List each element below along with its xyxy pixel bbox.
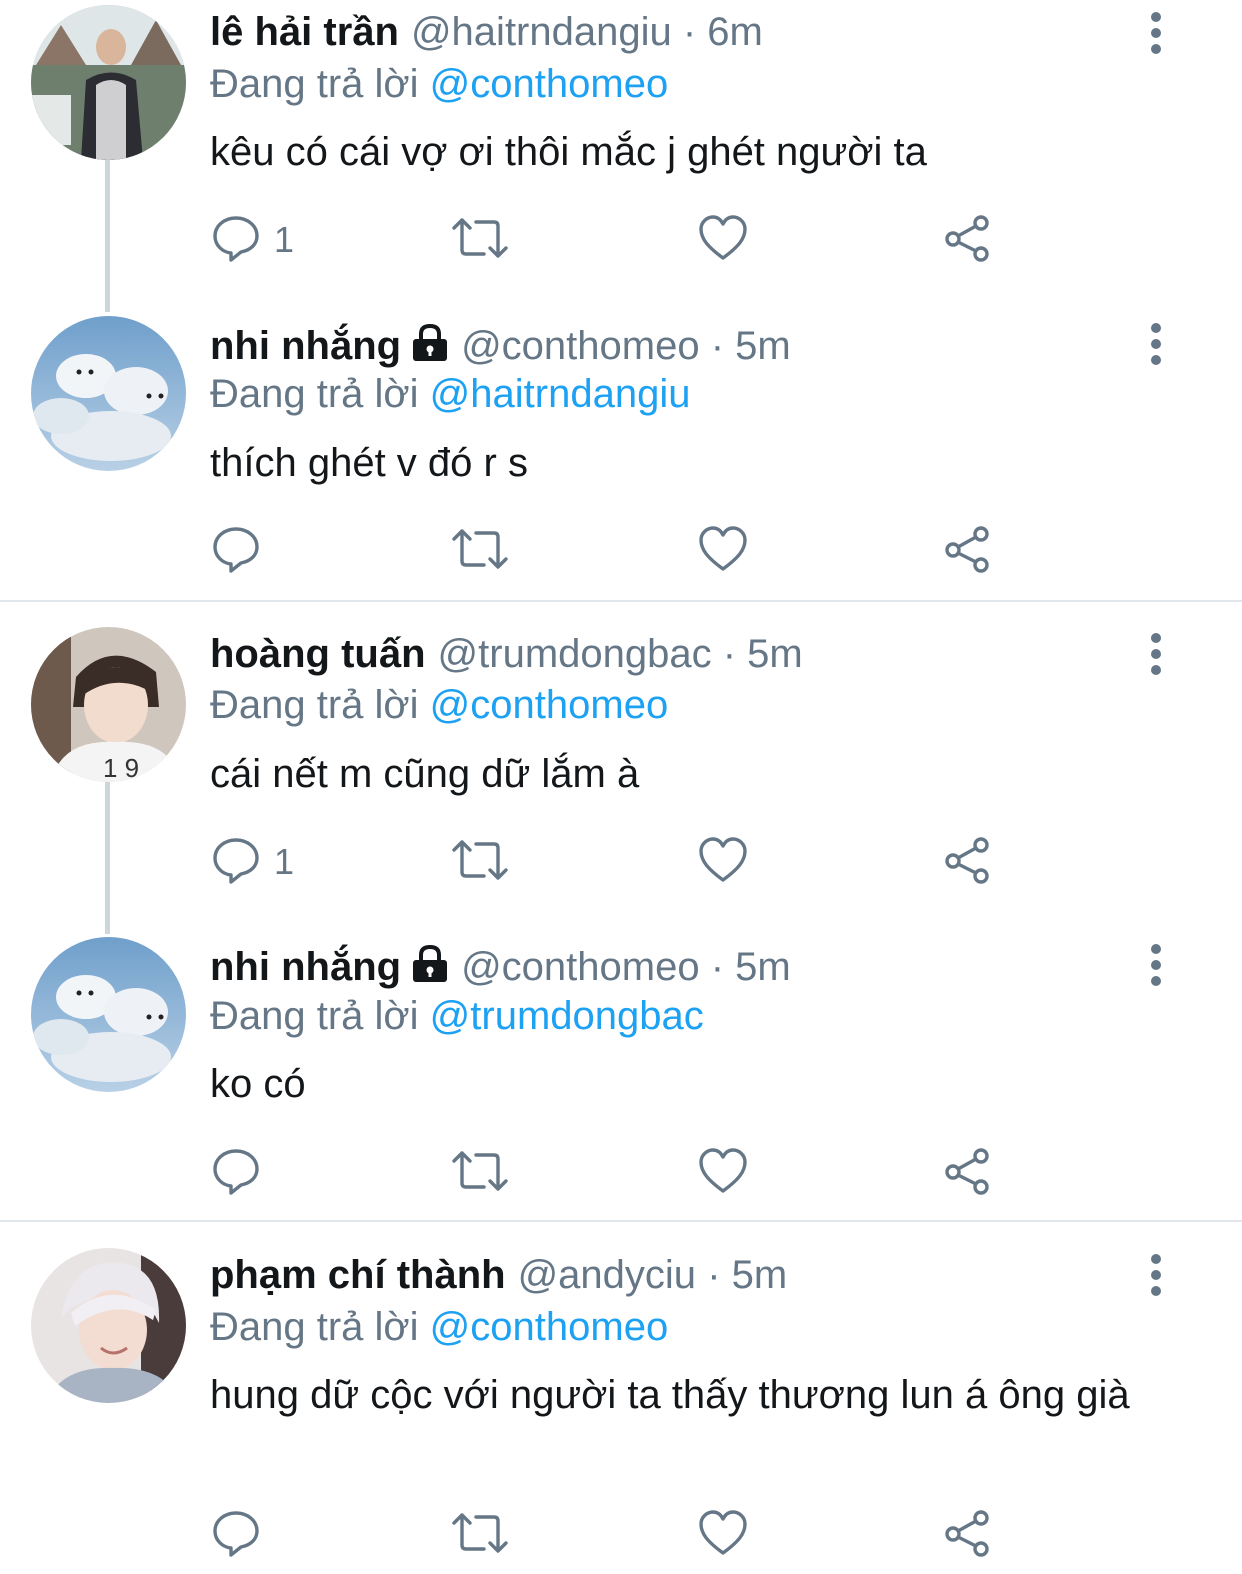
thread-line — [105, 160, 110, 312]
reply-count: 1 — [274, 841, 295, 882]
timestamp[interactable]: · 6m — [683, 10, 763, 54]
retweet-button[interactable] — [450, 526, 510, 576]
heart-icon — [698, 214, 748, 267]
reply-icon — [212, 1509, 260, 1562]
display-name[interactable]: hoàng tuấn — [210, 632, 426, 676]
share-icon — [943, 214, 991, 267]
display-name[interactable]: nhi nhắng — [210, 324, 401, 368]
tweet-text: hung dữ cộc với người ta thấy thương lun… — [210, 1373, 1130, 1417]
divider — [0, 1220, 1242, 1222]
handle[interactable]: @conthomeo — [461, 324, 700, 368]
share-icon — [943, 525, 991, 578]
reply-icon — [212, 214, 260, 267]
retweet-button[interactable] — [450, 837, 510, 887]
retweet-icon — [450, 836, 510, 889]
avatar[interactable] — [31, 1248, 186, 1403]
retweet-icon — [450, 214, 510, 267]
svg-text:1 9: 1 9 — [103, 753, 139, 782]
reply-button[interactable] — [212, 1148, 274, 1198]
share-button[interactable] — [943, 836, 991, 889]
share-button[interactable] — [943, 525, 991, 578]
avatar[interactable] — [31, 316, 186, 471]
heart-icon — [698, 525, 748, 578]
display-name[interactable]: nhi nhắng — [210, 945, 401, 989]
timestamp[interactable]: · 5m — [723, 632, 803, 676]
more-vertical-icon[interactable] — [1144, 943, 1168, 987]
more-vertical-icon[interactable] — [1144, 632, 1168, 676]
share-button[interactable] — [943, 1509, 991, 1562]
reply-mention[interactable]: @conthomeo — [430, 1305, 669, 1349]
reply-mention[interactable]: @trumdongbac — [430, 994, 704, 1038]
avatar[interactable] — [31, 5, 186, 160]
thread-line — [105, 782, 110, 934]
reply-mention[interactable]: @conthomeo — [430, 683, 669, 727]
like-button[interactable] — [698, 1509, 748, 1562]
retweet-button[interactable] — [450, 1510, 510, 1560]
like-button[interactable] — [698, 1147, 748, 1200]
handle[interactable]: @haitrndangiu — [411, 10, 672, 54]
heart-icon — [698, 836, 748, 889]
reply-button[interactable] — [212, 526, 274, 576]
reply-mention[interactable]: @conthomeo — [430, 62, 669, 106]
more-vertical-icon[interactable] — [1144, 11, 1168, 55]
share-icon — [943, 836, 991, 889]
timestamp[interactable]: · 5m — [707, 1253, 787, 1297]
reply-prefix: Đang trả lời — [210, 372, 419, 416]
reply-button[interactable]: 1 — [212, 215, 294, 265]
reply-button[interactable] — [212, 1510, 274, 1560]
reply-prefix: Đang trả lời — [210, 683, 419, 727]
like-button[interactable] — [698, 836, 748, 889]
share-icon — [943, 1147, 991, 1200]
reply-prefix: Đang trả lời — [210, 62, 419, 106]
timestamp[interactable]: · 5m — [711, 945, 791, 989]
tweet-text: thích ghét v đó r s — [210, 441, 528, 485]
reply-count: 1 — [274, 219, 295, 260]
display-name[interactable]: lê hải trần — [210, 10, 399, 54]
avatar[interactable] — [31, 937, 186, 1092]
reply-mention[interactable]: @haitrndangiu — [430, 372, 691, 416]
tweet-text: cái nết m cũng dữ lắm à — [210, 752, 640, 796]
heart-icon — [698, 1147, 748, 1200]
handle[interactable]: @andyciu — [518, 1253, 696, 1297]
tweet-text: ko có — [210, 1062, 306, 1106]
retweet-icon — [450, 1509, 510, 1562]
display-name[interactable]: phạm chí thành — [210, 1253, 506, 1297]
retweet-button[interactable] — [450, 1148, 510, 1198]
retweet-button[interactable] — [450, 215, 510, 265]
timestamp[interactable]: · 5m — [711, 324, 791, 368]
reply-button[interactable]: 1 — [212, 837, 294, 887]
retweet-icon — [450, 525, 510, 578]
more-vertical-icon[interactable] — [1144, 322, 1168, 366]
handle[interactable]: @conthomeo — [461, 945, 700, 989]
handle[interactable]: @trumdongbac — [438, 632, 712, 676]
lock-icon — [411, 323, 449, 374]
share-icon — [943, 1509, 991, 1562]
like-button[interactable] — [698, 525, 748, 578]
reply-icon — [212, 1147, 260, 1200]
heart-icon — [698, 1509, 748, 1562]
share-button[interactable] — [943, 1147, 991, 1200]
lock-icon — [411, 944, 449, 995]
reply-icon — [212, 525, 260, 578]
retweet-icon — [450, 1147, 510, 1200]
share-button[interactable] — [943, 214, 991, 267]
divider — [0, 600, 1242, 602]
avatar[interactable]: 1 9 — [31, 627, 186, 782]
more-vertical-icon[interactable] — [1144, 1253, 1168, 1297]
reply-prefix: Đang trả lời — [210, 1305, 419, 1349]
reply-prefix: Đang trả lời — [210, 994, 419, 1038]
tweet-text: kêu có cái vợ ơi thôi mắc j ghét người t… — [210, 130, 927, 174]
reply-icon — [212, 836, 260, 889]
like-button[interactable] — [698, 214, 748, 267]
